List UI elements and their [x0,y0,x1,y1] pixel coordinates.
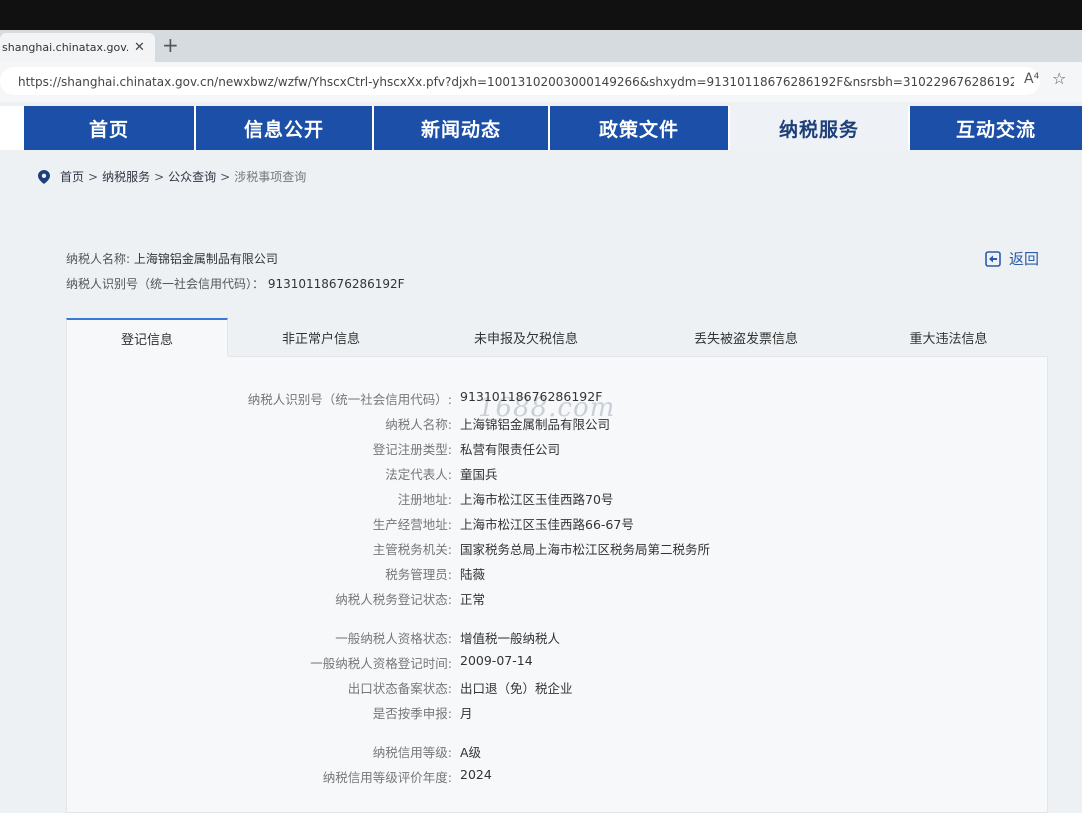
taxpayer-name-label: 纳税人名称: [66,252,131,266]
detail-value: 上海市松江区玉佳西路66-67号 [460,517,634,532]
nav-item-info-disclosure[interactable]: 信息公开 [196,106,372,150]
detail-label: 注册地址: [397,492,452,507]
detail-row: 主管税务机关: 国家税务总局上海市松江区税务局第二税务所 [0,539,1082,561]
detail-value: 陆薇 [460,567,486,582]
detail-value: 国家税务总局上海市松江区税务局第二税务所 [460,542,711,557]
detail-value: 月 [460,706,473,721]
detail-row: 纳税人识别号（统一社会信用代码）: 91310118676286192F [0,389,1082,411]
detail-row: 登记注册类型: 私营有限责任公司 [0,439,1082,461]
detail-label: 税务管理员: [385,567,452,582]
location-pin-icon [38,169,50,184]
tab-lost-invoices[interactable]: 丢失被盗发票信息 [656,318,836,356]
breadcrumb-public-query[interactable]: 公众查询 [168,168,216,185]
tab-abnormal-household[interactable]: 非正常户信息 [236,318,406,356]
back-button[interactable]: 返回 [985,248,1039,269]
nav-item-tax-service[interactable]: 纳税服务 [730,106,908,150]
tab-title: shanghai.chinatax.gov.cn/newxbw [2,41,128,54]
address-bar[interactable]: https://shanghai.chinatax.gov.cn/newxbwz… [0,67,1040,95]
detail-row: 税务管理员: 陆薇 [0,564,1082,586]
back-label: 返回 [1009,250,1040,268]
favorite-star-icon[interactable]: ☆ [1052,69,1066,88]
taxpayer-name-line: 纳税人名称: 上海锦铝金属制品有限公司 [66,250,278,267]
close-icon[interactable]: ✕ [134,40,145,55]
detail-label: 出口状态备案状态: [347,681,452,696]
taxpayer-id-line: 纳税人识别号（统一社会信用代码）： 91310118676286192F [66,275,405,292]
detail-label: 登记注册类型: [372,442,452,457]
breadcrumb-separator: > [220,169,231,184]
breadcrumb-tax-service[interactable]: 纳税服务 [102,168,150,185]
detail-label: 一般纳税人资格状态: [335,631,452,646]
detail-value: 上海市松江区玉佳西路70号 [460,492,614,507]
nav-item-interaction[interactable]: 互动交流 [910,106,1082,150]
detail-label: 纳税信用等级: [372,745,452,760]
detail-label: 一般纳税人资格登记时间: [310,656,452,671]
detail-label: 法定代表人: [385,467,452,482]
detail-value: 2024 [460,767,492,782]
detail-label: 纳税信用等级评价年度: [322,770,452,785]
tab-undeclared-arrears[interactable]: 未申报及欠税信息 [436,318,616,356]
detail-label: 主管税务机关: [372,542,452,557]
detail-value: 正常 [460,592,486,607]
browser-tab-strip: shanghai.chinatax.gov.cn/newxbw ✕ + [0,30,1082,62]
detail-row: 出口状态备案状态: 出口退（免）税企业 [0,678,1082,700]
browser-tab[interactable]: shanghai.chinatax.gov.cn/newxbw ✕ [0,33,155,62]
main-nav: 首页 信息公开 新闻动态 政策文件 纳税服务 互动交流 [0,106,1082,150]
tab-registration-info[interactable]: 登记信息 [66,318,228,356]
screen-bezel [0,0,1082,30]
breadcrumb-home[interactable]: 首页 [60,168,84,185]
detail-value: A级 [460,745,482,760]
detail-row: 法定代表人: 童国兵 [0,464,1082,486]
detail-value: 出口退（免）税企业 [460,681,573,696]
detail-value: 上海锦铝金属制品有限公司 [460,417,611,432]
taxpayer-name: 上海锦铝金属制品有限公司 [133,252,278,266]
detail-label: 纳税人税务登记状态: [335,592,452,607]
breadcrumb-current: 涉税事项查询 [234,170,307,184]
detail-row: 纳税人名称: 上海锦铝金属制品有限公司 [0,414,1082,436]
detail-value: 2009-07-14 [460,653,533,668]
detail-row: 一般纳税人资格状态: 增值税一般纳税人 [0,628,1082,650]
detail-value: 增值税一般纳税人 [460,631,561,646]
detail-label: 纳税人识别号（统一社会信用代码）: [247,392,452,407]
detail-value: 私营有限责任公司 [460,442,561,457]
detail-value: 童国兵 [460,467,498,482]
back-icon [985,250,1001,267]
url-text: https://shanghai.chinatax.gov.cn/newxbwz… [18,74,1014,89]
detail-label: 纳税人名称: [385,417,452,432]
detail-label: 生产经营地址: [372,517,452,532]
new-tab-button[interactable]: + [162,33,179,57]
taxpayer-id-label: 纳税人识别号（统一社会信用代码）： [66,277,265,291]
nav-item-policy[interactable]: 政策文件 [550,106,728,150]
detail-row: 生产经营地址: 上海市松江区玉佳西路66-67号 [0,514,1082,536]
taxpayer-id: 91310118676286192F [267,277,405,291]
detail-value: 91310118676286192F [460,389,603,404]
address-bar-area: https://shanghai.chinatax.gov.cn/newxbwz… [0,62,1082,102]
breadcrumb: 首页 > 纳税服务 > 公众查询 > 涉税事项查询 [38,168,306,185]
detail-row: 纳税信用等级评价年度: 2024 [0,767,1082,789]
detail-row: 纳税人税务登记状态: 正常 [0,589,1082,611]
read-aloud-icon[interactable]: A⁴ [1024,71,1039,87]
detail-row: 注册地址: 上海市松江区玉佳西路70号 [0,489,1082,511]
tab-major-violations[interactable]: 重大违法信息 [866,318,1031,356]
detail-row: 纳税信用等级: A级 [0,742,1082,764]
detail-row: 是否按季申报: 月 [0,703,1082,725]
nav-item-home[interactable]: 首页 [24,106,194,150]
nav-item-news[interactable]: 新闻动态 [374,106,548,150]
detail-label: 是否按季申报: [372,706,452,721]
info-tabs: 登记信息 非正常户信息 未申报及欠税信息 丢失被盗发票信息 重大违法信息 [66,318,1048,356]
breadcrumb-separator: > [88,169,99,184]
detail-row: 一般纳税人资格登记时间: 2009-07-14 [0,653,1082,675]
breadcrumb-separator: > [154,169,165,184]
